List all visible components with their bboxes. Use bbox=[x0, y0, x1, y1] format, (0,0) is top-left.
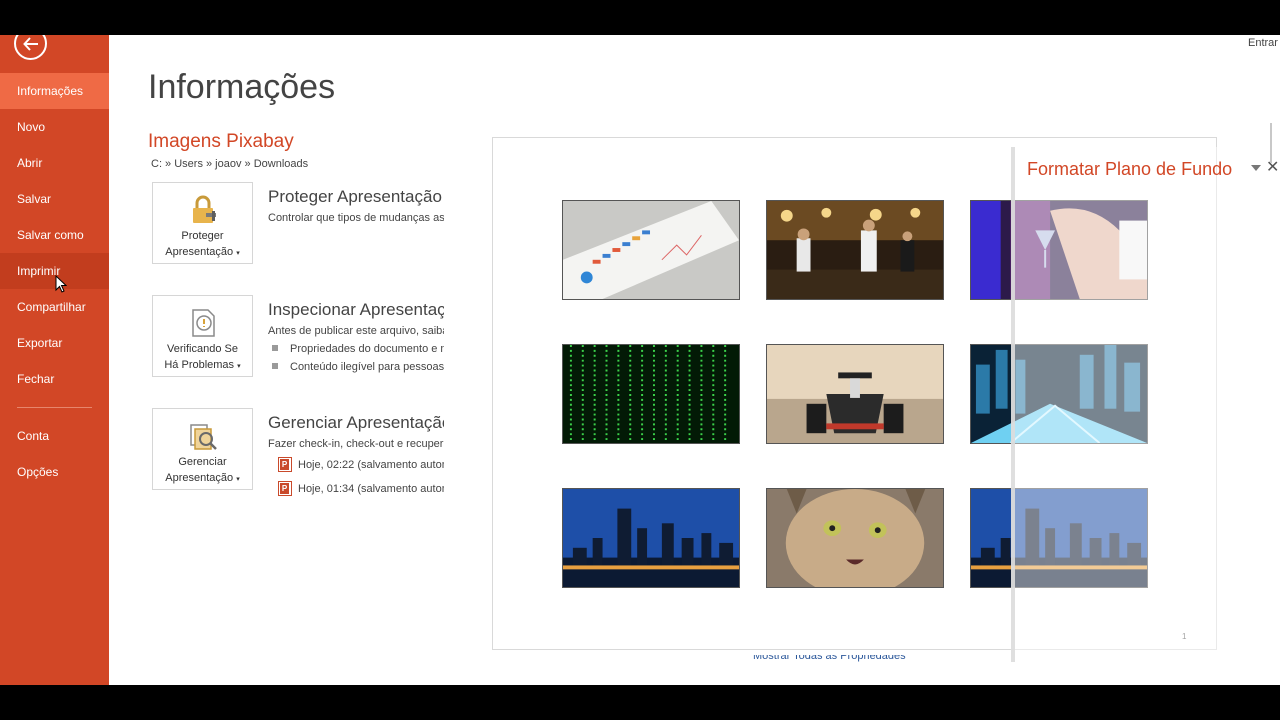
nav-abrir[interactable]: Abrir bbox=[0, 145, 109, 181]
protect-section-desc: Controlar que tipos de mudanças as pesso… bbox=[268, 212, 444, 224]
nav-opcoes[interactable]: Opções bbox=[0, 454, 109, 490]
manage-section-desc: Fazer check-in, check-out e recuperar al… bbox=[268, 438, 444, 450]
manage-icon bbox=[189, 424, 217, 450]
chevron-down-icon: ▾ bbox=[236, 250, 240, 257]
nav-informacoes[interactable]: Informações bbox=[0, 73, 109, 109]
document-name: Imagens Pixabay bbox=[148, 131, 294, 152]
nav-salvar[interactable]: Salvar bbox=[0, 181, 109, 217]
scrollbar[interactable] bbox=[1270, 123, 1272, 163]
chevron-down-icon: ▾ bbox=[237, 363, 241, 370]
check-issues-button[interactable]: Verificando Se Há Problemas ▾ bbox=[152, 295, 253, 377]
nav-exportar[interactable]: Exportar bbox=[0, 325, 109, 361]
inspect-icon bbox=[191, 309, 215, 337]
powerpoint-file-icon bbox=[278, 457, 292, 472]
bullet-square-icon bbox=[272, 363, 278, 369]
version-item[interactable]: Hoje, 02:22 (salvamento automático) bbox=[278, 457, 444, 472]
nav-conta[interactable]: Conta bbox=[0, 418, 109, 454]
manage-presentation-button[interactable]: Gerenciar Apresentação ▾ bbox=[152, 408, 253, 490]
chevron-down-icon: ▾ bbox=[236, 476, 240, 483]
format-pane-title: Formatar Plano de Fundo bbox=[1027, 159, 1233, 179]
cat-image bbox=[766, 488, 944, 588]
document-path[interactable]: C: » Users » joaov » Downloads bbox=[151, 158, 308, 170]
page-title: Informações bbox=[148, 68, 336, 106]
skyline-night-image bbox=[562, 488, 740, 588]
nav-novo[interactable]: Novo bbox=[0, 109, 109, 145]
backstage-sidebar: Informações Novo Abrir Salvar Salvar com… bbox=[0, 35, 109, 685]
nav-fechar[interactable]: Fechar bbox=[0, 361, 109, 397]
powerpoint-file-icon bbox=[278, 481, 292, 496]
show-all-properties-link[interactable]: Mostrar Todas as Propriedades bbox=[753, 655, 906, 663]
back-arrow-icon bbox=[22, 36, 38, 51]
format-background-pane: Formatar Plano de Fundo ✕ bbox=[1011, 147, 1280, 662]
chart-paper-image bbox=[562, 200, 740, 300]
protect-section-title: Proteger Apresentação bbox=[268, 187, 442, 206]
mouse-cursor-icon bbox=[55, 275, 67, 293]
bullet-square-icon bbox=[272, 345, 278, 351]
backstage-view: Informações Novo Abrir Salvar Salvar com… bbox=[0, 35, 1280, 685]
inspect-bullet-2: Conteúdo ilegível para pessoas com defic… bbox=[272, 361, 444, 373]
inspect-label-line2: Há Problemas ▾ bbox=[164, 359, 241, 371]
nav-salvar-como[interactable]: Salvar como bbox=[0, 217, 109, 253]
close-icon[interactable]: ✕ bbox=[1266, 157, 1279, 177]
manage-label-line1: Gerenciar bbox=[178, 456, 227, 468]
matrix-code-image bbox=[562, 344, 740, 444]
manage-label-line2: Apresentação ▾ bbox=[165, 472, 240, 484]
back-button[interactable] bbox=[14, 35, 47, 60]
inspect-label-line1: Verificando Se bbox=[167, 343, 238, 355]
protect-label-line1: Proteger bbox=[181, 230, 224, 242]
race-car-image bbox=[766, 344, 944, 444]
inspect-section-desc: Antes de publicar este arquivo, saiba qu… bbox=[268, 325, 444, 337]
sign-in-link[interactable]: Entrar bbox=[1248, 37, 1278, 49]
lock-icon bbox=[192, 195, 216, 223]
pane-options-dropdown-icon[interactable] bbox=[1251, 165, 1261, 171]
bar-image bbox=[766, 200, 944, 300]
protect-label-line2: Apresentação ▾ bbox=[165, 246, 240, 258]
protect-presentation-button[interactable]: Proteger Apresentação ▾ bbox=[152, 182, 253, 264]
inspect-bullet-1: Propriedades do documento e nome do auto… bbox=[272, 343, 444, 355]
inspect-section-title: Inspecionar Apresentação bbox=[268, 300, 444, 319]
nav-compartilhar[interactable]: Compartilhar bbox=[0, 289, 109, 325]
version-item[interactable]: Hoje, 01:34 (salvamento automático) bbox=[278, 481, 444, 496]
nav-separator bbox=[17, 407, 92, 408]
manage-section-title: Gerenciar Apresentação bbox=[268, 413, 444, 432]
